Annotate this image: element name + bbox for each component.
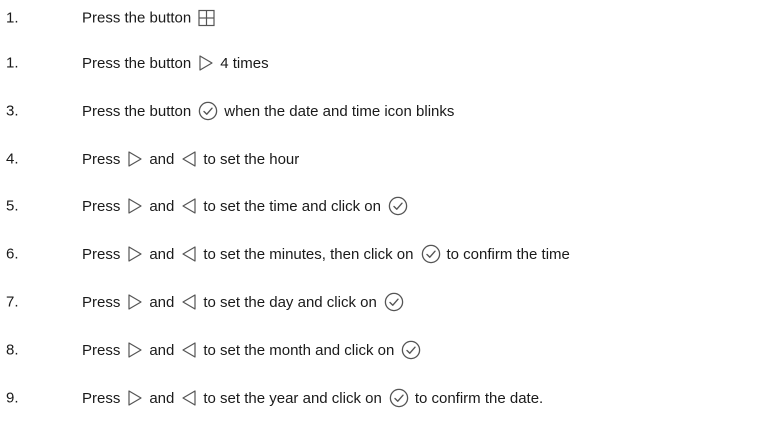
grid-icon <box>198 9 215 27</box>
step-text-segment: Press <box>82 389 121 407</box>
step-text-segment: to set the day and click on <box>203 293 377 311</box>
right-arrow-icon <box>127 293 143 311</box>
left-arrow-icon <box>181 197 197 215</box>
step-text: Press and to set the month and click on <box>82 340 427 360</box>
list-item: 8. Press and to set the month and click on <box>0 336 758 364</box>
step-text-segment: to confirm the time <box>446 245 570 263</box>
step-number: 5. <box>6 197 19 215</box>
right-arrow-icon <box>127 197 143 215</box>
right-arrow-icon <box>127 150 143 168</box>
step-text-segment: Press <box>82 150 121 168</box>
step-text: Press and to set the time and click on <box>82 196 414 216</box>
step-number: 1. <box>6 9 19 27</box>
step-number: 9. <box>6 389 19 407</box>
step-text-segment: 4 times <box>220 54 269 72</box>
list-item: 1. Press the button 4 times <box>0 49 758 77</box>
left-arrow-icon <box>181 341 197 359</box>
list-item: 6. Press and to set the minutes, then click… <box>0 240 758 268</box>
list-item: 1. Press the button <box>0 4 758 32</box>
step-text-segment: and <box>149 245 175 263</box>
check-circle-icon <box>388 196 408 216</box>
check-circle-icon <box>384 292 404 312</box>
right-arrow-icon <box>127 245 143 263</box>
left-arrow-icon <box>181 245 197 263</box>
step-number: 6. <box>6 245 19 263</box>
step-text-segment: when the date and time icon blinks <box>224 102 455 120</box>
step-text: Press and to set the year and click on to c… <box>82 388 543 408</box>
step-text-segment: and <box>149 341 175 359</box>
step-number: 8. <box>6 341 19 359</box>
step-text: Press and to set the minutes, then click o… <box>82 244 570 264</box>
step-text-segment: and <box>149 150 175 168</box>
step-text-segment: to confirm the date. <box>414 389 544 407</box>
step-number: 7. <box>6 293 19 311</box>
step-number: 3. <box>6 102 19 120</box>
step-text: Press and to set the day and click on <box>82 292 410 312</box>
step-text: Press the button when the date and time i… <box>82 101 454 121</box>
step-text-segment: and <box>149 389 175 407</box>
step-text-segment: Press <box>82 197 121 215</box>
step-text-segment: and <box>149 197 175 215</box>
left-arrow-icon <box>181 293 197 311</box>
step-text-segment: Press <box>82 293 121 311</box>
check-circle-icon <box>389 388 409 408</box>
check-circle-icon <box>198 101 218 121</box>
step-text-segment: to set the hour <box>203 150 300 168</box>
step-text-segment: and <box>149 293 175 311</box>
list-item: 3. Press the button when the date and time… <box>0 97 758 125</box>
right-arrow-icon <box>127 389 143 407</box>
list-item: 7. Press and to set the day and click on <box>0 288 758 316</box>
list-item: 5. Press and to set the time and click on <box>0 192 758 220</box>
step-text-segment: Press <box>82 341 121 359</box>
step-text: Press the button 4 times <box>82 54 269 72</box>
check-circle-icon <box>421 244 441 264</box>
left-arrow-icon <box>181 389 197 407</box>
step-text-segment: to set the minutes, then click on <box>203 245 414 263</box>
step-text-segment: Press <box>82 245 121 263</box>
check-circle-icon <box>401 340 421 360</box>
step-text-segment: to set the time and click on <box>203 197 381 215</box>
right-arrow-icon <box>127 341 143 359</box>
step-text-segment: Press the button <box>82 102 192 120</box>
instruction-steps: 1. Press the button 1. Press the button 4 ti… <box>0 0 758 446</box>
right-arrow-icon <box>198 54 214 72</box>
step-text-segment: to set the month and click on <box>203 341 395 359</box>
left-arrow-icon <box>181 150 197 168</box>
list-item: 9. Press and to set the year and click on to… <box>0 384 758 412</box>
step-text-segment: to set the year and click on <box>203 389 382 407</box>
step-number: 4. <box>6 150 19 168</box>
step-text: Press the button <box>82 10 221 27</box>
list-item: 4. Press and to set the hour <box>0 145 758 173</box>
step-text-segment: Press the button <box>82 9 192 27</box>
step-number: 1. <box>6 54 19 72</box>
step-text: Press and to set the hour <box>82 150 299 168</box>
step-text-segment: Press the button <box>82 54 192 72</box>
